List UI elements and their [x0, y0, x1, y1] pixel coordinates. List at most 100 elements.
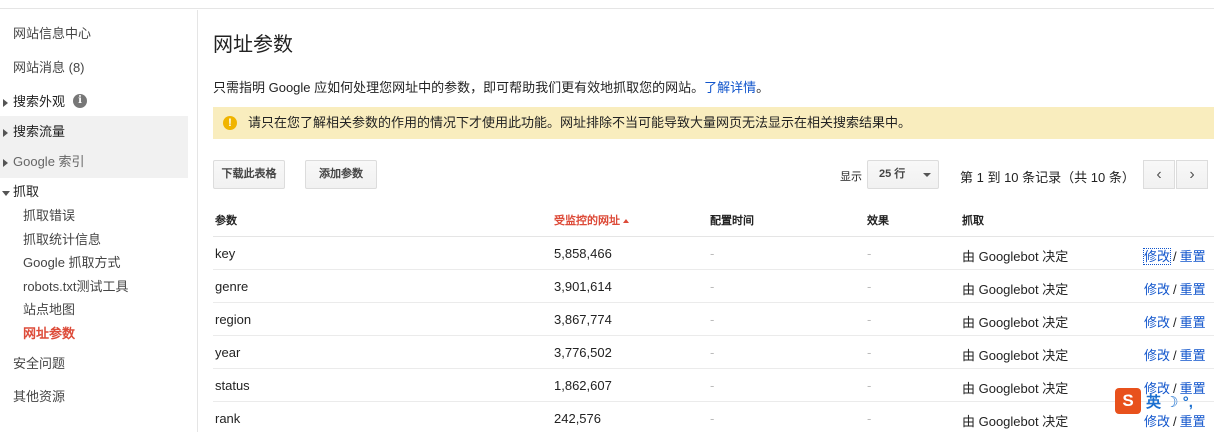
cell-crawl: 由 Googlebot 决定	[962, 414, 1069, 429]
sidebar-item-label: 网站消息 (8)	[13, 60, 85, 75]
sidebar-item-label: 其他资源	[13, 389, 66, 404]
reset-link[interactable]: 重置	[1180, 249, 1206, 264]
sidebar-item-label: Google 索引	[13, 154, 85, 169]
cell-urls: 5,858,466	[554, 246, 612, 261]
sidebar-item-label: 安全问题	[13, 356, 66, 371]
download-table-button[interactable]: 下载此表格	[213, 160, 285, 189]
row-actions: 修改 / 重置	[1144, 312, 1206, 331]
sidebar-item-label: 抓取	[13, 184, 40, 199]
cell-param: region	[215, 312, 252, 327]
column-header-monitored-urls[interactable]: 受监控的网址	[554, 212, 629, 228]
cell-urls: 3,867,774	[554, 312, 612, 327]
sidebar-item-dashboard[interactable]: 网站信息中心	[0, 18, 188, 50]
cell-param: key	[215, 246, 236, 261]
cell-crawl: 由 Googlebot 决定	[962, 249, 1069, 264]
column-header-crawl[interactable]: 抓取	[962, 212, 984, 228]
cell-param: status	[215, 378, 250, 393]
cell-crawl: 由 Googlebot 决定	[962, 315, 1069, 330]
sidebar-item-security-issues[interactable]: 安全问题	[0, 348, 188, 380]
edit-link[interactable]: 修改	[1142, 248, 1172, 265]
warning-text: 请只在您了解相关参数的作用的情况下才使用此功能。网址排除不当可能导致大量网页无法…	[248, 115, 912, 130]
info-icon[interactable]: i	[73, 94, 88, 109]
intro-text-body: 只需指明 Google 应如何处理您网址中的参数，即可帮助我们更有效地抓取您的网…	[213, 80, 705, 95]
action-separator: /	[1173, 249, 1177, 264]
table-row: region 3,867,774 - - 由 Googlebot 决定 修改 / 重置	[213, 303, 1214, 336]
column-header-configured[interactable]: 配置时间	[710, 212, 754, 228]
cell-urls: 1,862,607	[554, 378, 612, 393]
edit-link[interactable]: 修改	[1144, 282, 1170, 297]
ime-status[interactable]: 英 ☽ °,	[1146, 391, 1193, 412]
cell-crawl: 由 Googlebot 决定	[962, 381, 1069, 396]
edit-link[interactable]: 修改	[1144, 315, 1170, 330]
reset-link[interactable]: 重置	[1180, 414, 1206, 429]
sidebar-subitem-crawl-stats[interactable]: 抓取统计信息	[23, 229, 101, 251]
prev-page-button[interactable]: ‹	[1143, 160, 1175, 189]
expand-arrow-icon	[3, 129, 8, 137]
sidebar-item-search-traffic[interactable]: 搜索流量	[0, 116, 188, 148]
sidebar-item-other-resources[interactable]: 其他资源	[0, 381, 188, 413]
ime-logo-icon[interactable]: S	[1115, 388, 1141, 414]
collapse-arrow-icon	[2, 191, 10, 196]
cell-time: -	[710, 246, 715, 261]
table-row: rank 242,576 - - 由 Googlebot 决定 修改 / 重置	[213, 402, 1214, 432]
show-label: 显示	[840, 171, 862, 183]
sidebar-item-search-appearance[interactable]: 搜索外观 i	[0, 86, 188, 118]
cell-time: -	[710, 279, 715, 294]
cell-effect: -	[867, 411, 872, 426]
page-title: 网址参数	[213, 34, 293, 56]
sidebar-subitem-crawl-errors[interactable]: 抓取错误	[23, 205, 75, 227]
edit-link[interactable]: 修改	[1144, 348, 1170, 363]
cell-time: -	[710, 378, 715, 393]
expand-arrow-icon	[3, 159, 8, 167]
sidebar-subitem-robots-tester[interactable]: robots.txt测试工具	[23, 276, 128, 298]
sidebar-subitem-url-parameters[interactable]: 网址参数	[23, 323, 75, 345]
row-actions: 修改 / 重置	[1144, 279, 1206, 298]
warning-banner: ! 请只在您了解相关参数的作用的情况下才使用此功能。网址排除不当可能导致大量网页…	[213, 107, 1214, 139]
expand-arrow-icon	[3, 99, 8, 107]
cell-effect: -	[867, 312, 872, 327]
cell-crawl: 由 Googlebot 决定	[962, 348, 1069, 363]
reset-link[interactable]: 重置	[1180, 315, 1206, 330]
chevron-down-icon	[923, 173, 931, 177]
sidebar: 网站信息中心 网站消息 (8) 搜索外观 i 搜索流量 Google 索引 抓取 …	[0, 10, 198, 432]
action-separator: /	[1173, 414, 1177, 429]
ime-toolbar[interactable]: S 英 ☽ °,	[1115, 386, 1214, 414]
cell-effect: -	[867, 246, 872, 261]
sort-ascending-icon	[623, 219, 629, 223]
cell-param: rank	[215, 411, 241, 426]
column-header-label: 受监控的网址	[554, 215, 620, 227]
table-row: genre 3,901,614 - - 由 Googlebot 决定 修改 / 重置	[213, 270, 1214, 303]
warning-icon: !	[223, 116, 237, 130]
records-count: 第 1 到 10 条记录（共 10 条）	[960, 170, 1135, 185]
chevron-left-icon: ‹	[1156, 166, 1162, 183]
sidebar-subitem-fetch-as-google[interactable]: Google 抓取方式	[23, 252, 121, 274]
cell-param: year	[215, 345, 241, 360]
intro-text-end: 。	[756, 80, 770, 95]
column-header-parameter[interactable]: 参数	[215, 212, 237, 228]
learn-more-link[interactable]: 了解详情	[704, 80, 756, 95]
sidebar-item-google-index[interactable]: Google 索引	[0, 146, 188, 178]
cell-effect: -	[867, 378, 872, 393]
cell-urls: 242,576	[554, 411, 601, 426]
intro-text: 只需指明 Google 应如何处理您网址中的参数，即可帮助我们更有效地抓取您的网…	[213, 77, 769, 96]
sidebar-item-label: 搜索流量	[13, 124, 66, 139]
column-header-effect[interactable]: 效果	[867, 212, 889, 228]
rows-per-page-value: 25 行	[879, 168, 906, 180]
reset-link[interactable]: 重置	[1180, 282, 1206, 297]
sidebar-subitem-sitemaps[interactable]: 站点地图	[23, 299, 75, 321]
add-parameter-button[interactable]: 添加参数	[305, 160, 377, 189]
row-actions: 修改 / 重置	[1144, 345, 1206, 364]
sidebar-item-crawl[interactable]: 抓取	[0, 176, 188, 208]
next-page-button[interactable]: ›	[1176, 160, 1208, 189]
rows-per-page-select[interactable]: 25 行	[867, 160, 939, 189]
action-separator: /	[1173, 282, 1177, 297]
cell-time: -	[710, 312, 715, 327]
cell-effect: -	[867, 345, 872, 360]
table-row: key 5,858,466 - - 由 Googlebot 决定 修改 / 重置	[213, 237, 1214, 270]
table-row: year 3,776,502 - - 由 Googlebot 决定 修改 / 重置	[213, 336, 1214, 369]
action-separator: /	[1173, 315, 1177, 330]
edit-link[interactable]: 修改	[1144, 414, 1170, 429]
chevron-right-icon: ›	[1189, 166, 1195, 183]
sidebar-item-messages[interactable]: 网站消息 (8)	[0, 52, 188, 84]
reset-link[interactable]: 重置	[1180, 348, 1206, 363]
